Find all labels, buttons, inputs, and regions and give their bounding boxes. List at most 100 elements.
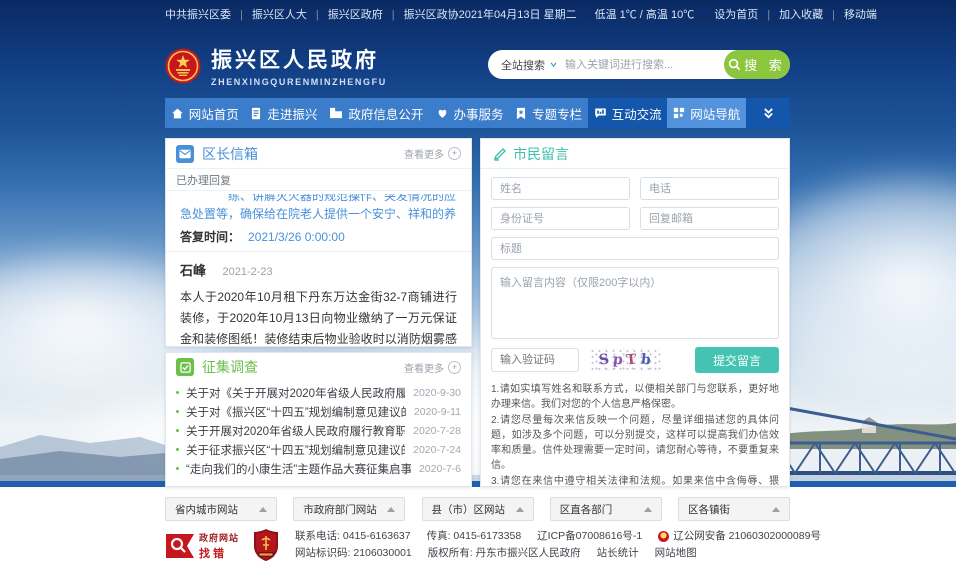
select-label: 市政府部门网站 xyxy=(303,502,377,517)
survey-item-title: “走向我们的小康生活”主题作品大赛征集启事 xyxy=(186,461,411,477)
nav-label: 办事服务 xyxy=(454,104,504,123)
error-report-line1: 政府网站 xyxy=(199,531,239,544)
bullet-dot-icon xyxy=(176,429,179,432)
select-district-departments[interactable]: 区直各部门 xyxy=(550,497,662,521)
mobile-site-link[interactable]: 移动端 xyxy=(823,6,877,22)
webmaster-stats-link[interactable]: 站长统计 xyxy=(597,545,639,562)
survey-header: 征集调查 查看更多 xyxy=(166,353,471,381)
survey-list-item[interactable]: 关于对《振兴区“十四五”规划编制意见建议的公告》公开征... 2020-9-11 xyxy=(176,402,461,421)
sitemap-link[interactable]: 网站地图 xyxy=(655,545,697,562)
phone-field[interactable] xyxy=(640,177,779,200)
mailbox-reply-time-row: 答复时间： 2021/3/26 0:00:00 xyxy=(166,224,471,251)
survey-panel: 征集调查 查看更多 关于对《关于开展对2020年省级人民政府履行教育职责情况满.… xyxy=(165,352,472,487)
captcha-char: S xyxy=(598,351,610,368)
nav-label: 网站首页 xyxy=(189,104,239,123)
name-field[interactable] xyxy=(491,177,630,200)
mailbox-view-more-link[interactable]: 查看更多 xyxy=(404,146,461,161)
document-icon xyxy=(250,107,262,120)
nav-item-info-disclosure[interactable]: 政府信息公开 xyxy=(323,98,430,128)
reply-email-field[interactable] xyxy=(640,207,779,230)
search-button[interactable]: 搜 索 xyxy=(724,50,790,79)
citizen-message-panel: 市民留言 S p T b 提交留言 xyxy=(480,138,790,487)
contact-phone: 联系电话: 0415-6163637 xyxy=(295,528,411,545)
survey-list-item[interactable]: “走向我们的小康生活”主题作品大赛征集启事 2020-7-6 xyxy=(176,459,461,478)
survey-item-title: 关于对《关于开展对2020年省级人民政府履行教育职责情况满... xyxy=(186,385,405,401)
nav-item-home[interactable]: 网站首页 xyxy=(165,98,245,128)
search-input[interactable] xyxy=(565,59,724,71)
message-content: 本人于2020年10月租下丹东万达金街32-7商铺进行装修，于2020年10月1… xyxy=(180,287,457,347)
nav-item-services[interactable]: 办事服务 xyxy=(430,98,510,128)
nav-item-sitemap-nav[interactable]: 网站导航 xyxy=(667,98,746,128)
topbar-link-cppcc[interactable]: 振兴区政协 xyxy=(383,6,459,22)
site-title: 振兴区人民政府 xyxy=(211,44,387,74)
topbar-link-party-committee[interactable]: 中共振兴区委 xyxy=(165,6,231,22)
footer: 政府网站 找错 联系电话: 0415-6163637 传真: 0415-6173… xyxy=(165,528,865,562)
search-button-label: 搜 索 xyxy=(744,55,786,74)
icp-license-link[interactable]: 辽ICP备07008616号-1 xyxy=(537,528,642,545)
select-city-department-sites[interactable]: 市政府部门网站 xyxy=(293,497,405,521)
message-author: 石峰 xyxy=(180,263,206,278)
folder-icon xyxy=(329,107,343,119)
select-label: 省内城市网站 xyxy=(175,502,238,517)
captcha-row: S p T b 提交留言 xyxy=(491,347,779,373)
gov-site-error-report-logo[interactable]: 政府网站 找错 xyxy=(165,531,239,561)
search-scope-dropdown[interactable]: 全站搜索 xyxy=(488,57,565,73)
nav-item-special-topics[interactable]: 专题专栏 xyxy=(509,98,588,128)
topbar-link-peoples-congress[interactable]: 振兴区人大 xyxy=(231,6,307,22)
captcha-input[interactable] xyxy=(491,348,579,372)
nav-expand-button[interactable] xyxy=(746,98,790,128)
search-scope-label: 全站搜索 xyxy=(501,57,545,73)
add-favorite-link[interactable]: 加入收藏 xyxy=(758,6,823,22)
survey-list: 关于对《关于开展对2020年省级人民政府履行教育职责情况满... 2020-9-… xyxy=(166,381,471,478)
survey-item-date: 2020-9-30 xyxy=(413,387,461,399)
chat-bubble-icon xyxy=(594,107,607,119)
bookmark-star-icon xyxy=(515,107,527,120)
survey-item-date: 2020-7-28 xyxy=(413,425,461,437)
photo-bottom-bar xyxy=(0,481,956,487)
set-homepage-link[interactable]: 设为首页 xyxy=(714,6,758,22)
message-content-field[interactable] xyxy=(491,267,779,339)
police-registration-number: 辽公网安备 21060302000089号 xyxy=(673,528,821,545)
mailbox-tab-replied[interactable]: 已办理回复 xyxy=(176,172,231,188)
error-report-flag-icon xyxy=(165,533,195,559)
heart-icon xyxy=(436,107,449,119)
home-icon xyxy=(171,107,184,120)
police-registration-link[interactable]: 辽公网安备 21060302000089号 xyxy=(658,528,821,545)
survey-list-item[interactable]: 关于对《关于开展对2020年省级人民政府履行教育职责情况满... 2020-9-… xyxy=(176,383,461,402)
party-gov-shield-icon[interactable] xyxy=(253,528,279,562)
footer-row-2: 网站标识码: 2106030001 版权所有: 丹东市振兴区人民政府 站长统计 … xyxy=(295,545,837,562)
survey-list-item[interactable]: 关于开展对2020年省级人民政府履行教育职责情况满意度调查... 2020-7-… xyxy=(176,421,461,440)
site-logo[interactable]: 振兴区人民政府 ZHENXINGQURENMINZHENGFU xyxy=(165,44,387,87)
error-report-line2: 找错 xyxy=(199,545,239,561)
select-province-city-sites[interactable]: 省内城市网站 xyxy=(165,497,277,521)
mailbox-message[interactable]: 石峰 2021-2-23 本人于2020年10月租下丹东万达金街32-7商铺进行… xyxy=(166,251,471,347)
footer-text-block: 联系电话: 0415-6163637 传真: 0415-6173358 辽ICP… xyxy=(295,528,837,562)
id-number-field[interactable] xyxy=(491,207,630,230)
survey-list-item[interactable]: 关于征求振兴区“十四五”规划编制意见建议的公告 2020-7-24 xyxy=(176,440,461,459)
form-note: 3.请您在来信中遵守相关法律和法规。如果来信中含侮辱、猥亵、色情、人身攻击及反动… xyxy=(491,474,779,487)
nav-label: 政府信息公开 xyxy=(348,104,423,123)
nav-label: 走进振兴 xyxy=(267,104,317,123)
national-emblem-icon xyxy=(165,48,201,84)
survey-view-more-link[interactable]: 查看更多 xyxy=(404,360,461,375)
footer-row-1: 联系电话: 0415-6163637 传真: 0415-6173358 辽ICP… xyxy=(295,528,837,545)
citizen-form-grid xyxy=(491,177,779,339)
select-label: 县（市）区网站 xyxy=(432,502,506,517)
select-district-towns[interactable]: 区各镇街 xyxy=(678,497,790,521)
triangle-up-icon xyxy=(644,507,652,512)
nav-item-interaction[interactable]: 互动交流 xyxy=(588,98,668,128)
form-note: 2.请您尽量每次来信反映一个问题，尽量详细描述您的具体问题，如涉及多个问题，可以… xyxy=(491,413,779,473)
select-county-district-sites[interactable]: 县（市）区网站 xyxy=(422,497,534,521)
survey-title: 征集调查 xyxy=(202,357,258,377)
submit-message-button[interactable]: 提交留言 xyxy=(695,347,779,373)
subject-field[interactable] xyxy=(491,237,779,260)
topbar-link-government[interactable]: 振兴区政府 xyxy=(307,6,383,22)
fax-number: 传真: 0415-6173358 xyxy=(427,528,522,545)
triangle-up-icon xyxy=(387,507,395,512)
captcha-image[interactable]: S p T b xyxy=(589,348,661,372)
triangle-up-icon xyxy=(259,507,267,512)
site-names: 振兴区人民政府 ZHENXINGQURENMINZHENGFU xyxy=(211,44,387,87)
nav-label: 互动交流 xyxy=(612,104,662,123)
nav-item-about[interactable]: 走进振兴 xyxy=(245,98,324,128)
survey-item-date: 2020-7-6 xyxy=(419,463,461,475)
